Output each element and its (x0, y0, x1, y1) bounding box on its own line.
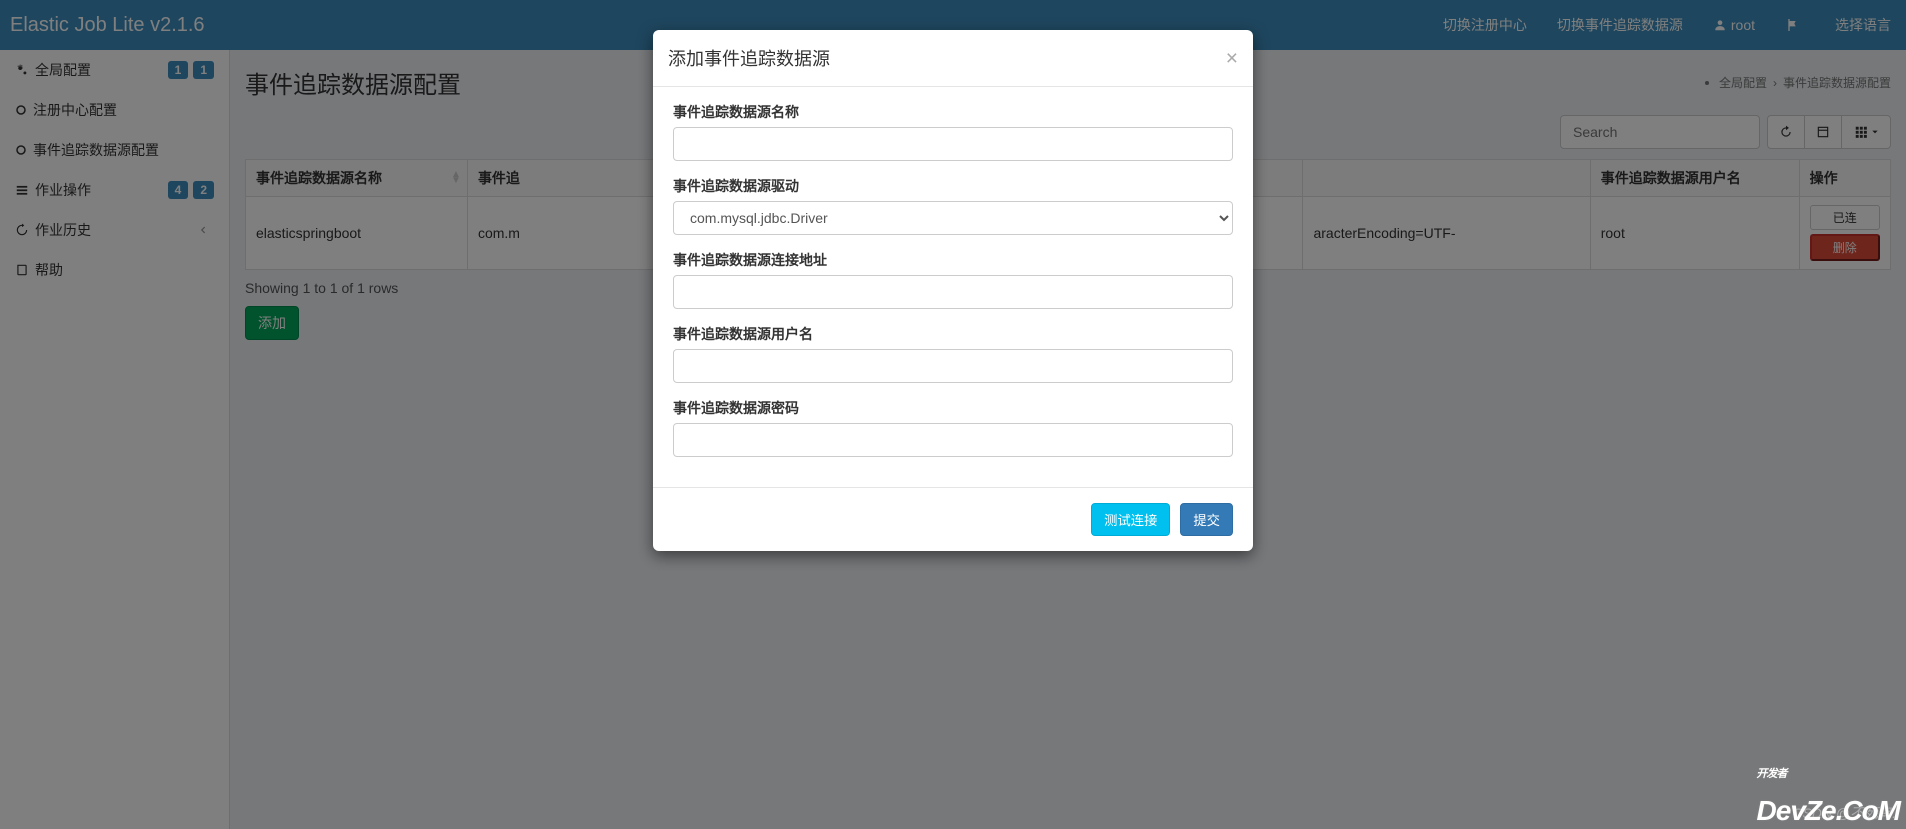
close-button[interactable]: × (1226, 48, 1238, 69)
watermark-top: 开发者 (1757, 765, 1787, 781)
input-url[interactable] (673, 275, 1233, 309)
devze-watermark: 开发者 DevZe.CoM (1757, 763, 1900, 827)
label-driver: 事件追踪数据源驱动 (673, 176, 1233, 196)
test-connection-button[interactable]: 测试连接 (1091, 503, 1170, 536)
form-group-password: 事件追踪数据源密码 (673, 398, 1233, 457)
select-driver[interactable]: com.mysql.jdbc.Driver (673, 201, 1233, 235)
label-name: 事件追踪数据源名称 (673, 102, 1233, 122)
input-name[interactable] (673, 127, 1233, 161)
label-url: 事件追踪数据源连接地址 (673, 250, 1233, 270)
add-datasource-modal: 添加事件追踪数据源 × 事件追踪数据源名称 事件追踪数据源驱动 com.mysq… (653, 30, 1253, 551)
modal-header: 添加事件追踪数据源 × (653, 30, 1253, 87)
modal-title: 添加事件追踪数据源 (668, 45, 830, 71)
form-group-username: 事件追踪数据源用户名 (673, 324, 1233, 383)
close-icon: × (1226, 47, 1238, 70)
modal-footer: 测试连接 提交 (653, 487, 1253, 551)
input-password[interactable] (673, 423, 1233, 457)
modal-body: 事件追踪数据源名称 事件追踪数据源驱动 com.mysql.jdbc.Drive… (653, 87, 1253, 487)
form-group-driver: 事件追踪数据源驱动 com.mysql.jdbc.Driver (673, 176, 1233, 235)
submit-button[interactable]: 提交 (1180, 503, 1233, 536)
watermark-bottom: DevZe.CoM (1757, 795, 1900, 826)
form-group-url: 事件追踪数据源连接地址 (673, 250, 1233, 309)
input-username[interactable] (673, 349, 1233, 383)
form-group-name: 事件追踪数据源名称 (673, 102, 1233, 161)
label-username: 事件追踪数据源用户名 (673, 324, 1233, 344)
label-password: 事件追踪数据源密码 (673, 398, 1233, 418)
